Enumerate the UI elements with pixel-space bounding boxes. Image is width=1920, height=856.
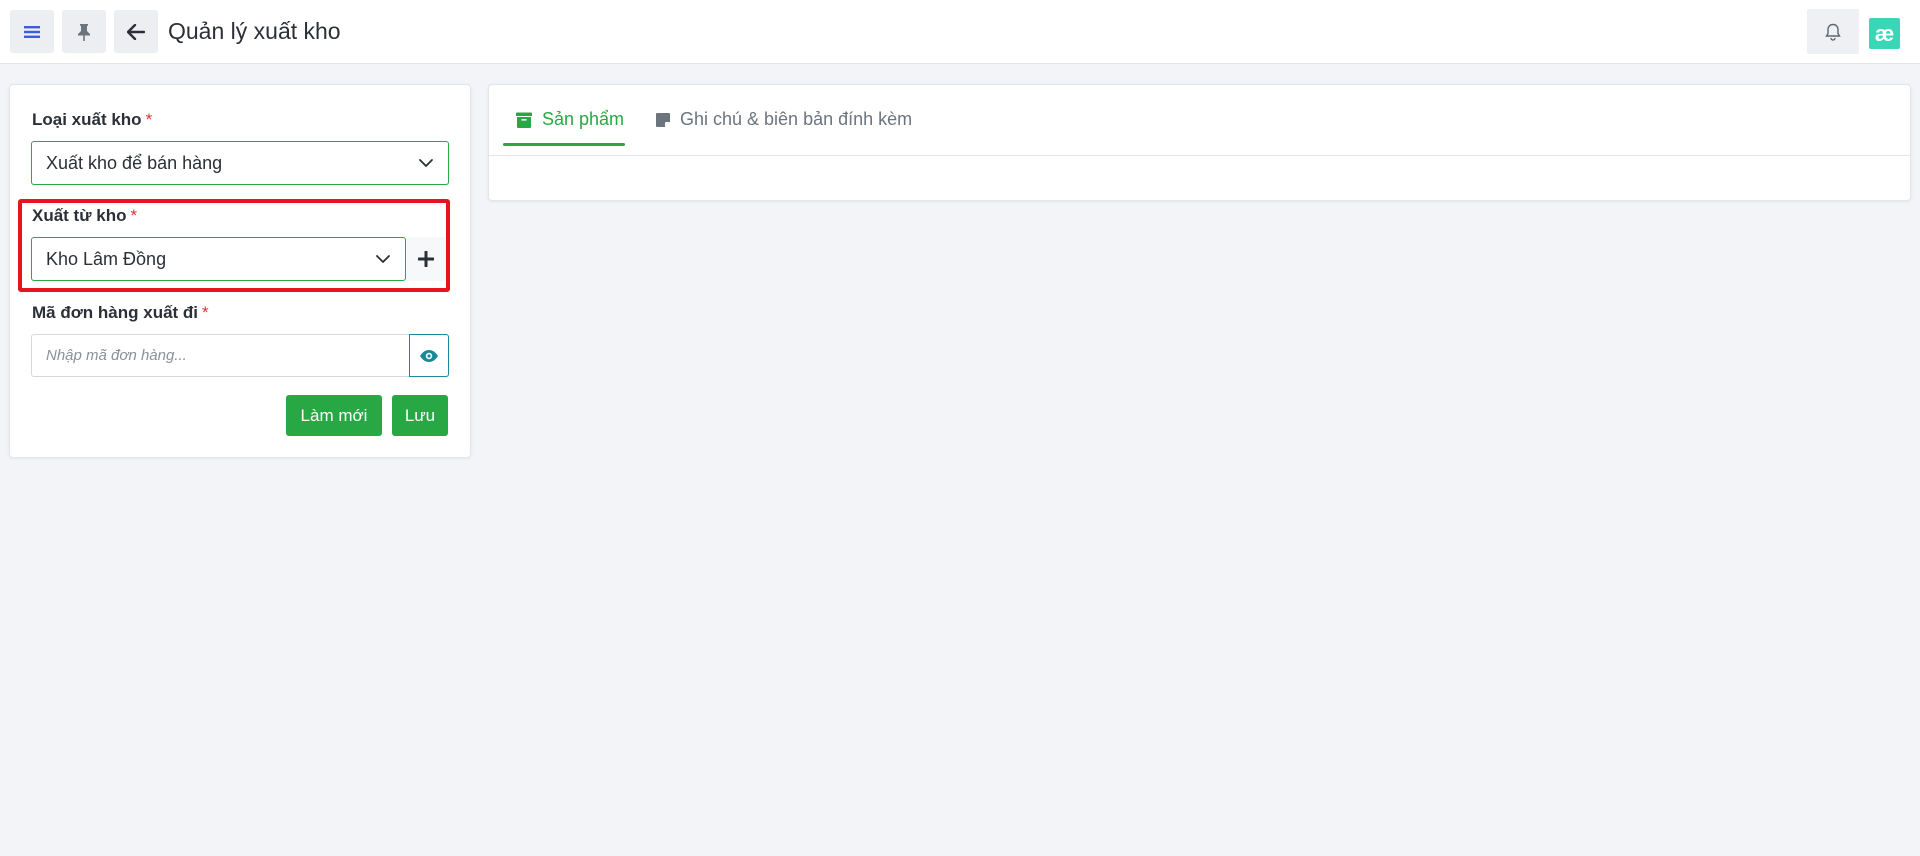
back-button[interactable] (114, 10, 158, 53)
save-button[interactable]: Lưu (392, 395, 448, 436)
eye-icon (420, 349, 438, 362)
arrow-left-icon (127, 23, 145, 40)
chevron-down-icon (376, 255, 390, 263)
tabs-divider (489, 155, 1910, 156)
details-card: Sản phẩm Ghi chú & biên bản đính kèm (488, 84, 1911, 201)
warehouse-select[interactable]: Kho Lâm Đồng (31, 237, 406, 281)
export-type-select[interactable]: Xuất kho để bán hàng (31, 141, 449, 185)
export-type-label: Loại xuất kho * (32, 110, 153, 129)
export-type-value: Xuất kho để bán hàng (46, 152, 223, 173)
sticky-note-icon (656, 112, 670, 127)
order-code-label: Mã đơn hàng xuất đi * (32, 303, 209, 322)
order-code-input[interactable]: Nhập mã đơn hàng... (31, 334, 411, 377)
menu-button[interactable] (10, 10, 54, 53)
notification-button[interactable] (1807, 9, 1859, 54)
bell-icon (1825, 23, 1841, 41)
warehouse-label: Xuất từ kho * (32, 206, 138, 225)
box-icon (516, 112, 532, 128)
user-avatar[interactable]: æ (1869, 18, 1900, 49)
tab-notes-label: Ghi chú & biên bản đính kèm (680, 109, 913, 129)
pin-button[interactable] (62, 10, 106, 53)
tab-notes-attachments[interactable]: Ghi chú & biên bản đính kèm (655, 109, 912, 130)
hamburger-icon (24, 25, 40, 38)
order-code-placeholder: Nhập mã đơn hàng... (46, 347, 187, 364)
top-bar: Quản lý xuất kho æ (0, 0, 1920, 64)
active-tab-indicator (503, 143, 625, 146)
tab-products[interactable]: Sản phẩm (515, 109, 624, 130)
tab-products-label: Sản phẩm (542, 109, 625, 129)
warehouse-value: Kho Lâm Đồng (46, 248, 167, 269)
plus-icon (418, 251, 434, 267)
reset-button[interactable]: Làm mới (286, 395, 382, 436)
page-title: Quản lý xuất kho (168, 18, 341, 44)
view-order-button[interactable] (409, 334, 449, 377)
pin-icon (78, 23, 90, 41)
add-warehouse-button[interactable] (406, 237, 446, 281)
avatar-text: æ (1874, 20, 1895, 46)
chevron-down-icon (419, 159, 433, 167)
